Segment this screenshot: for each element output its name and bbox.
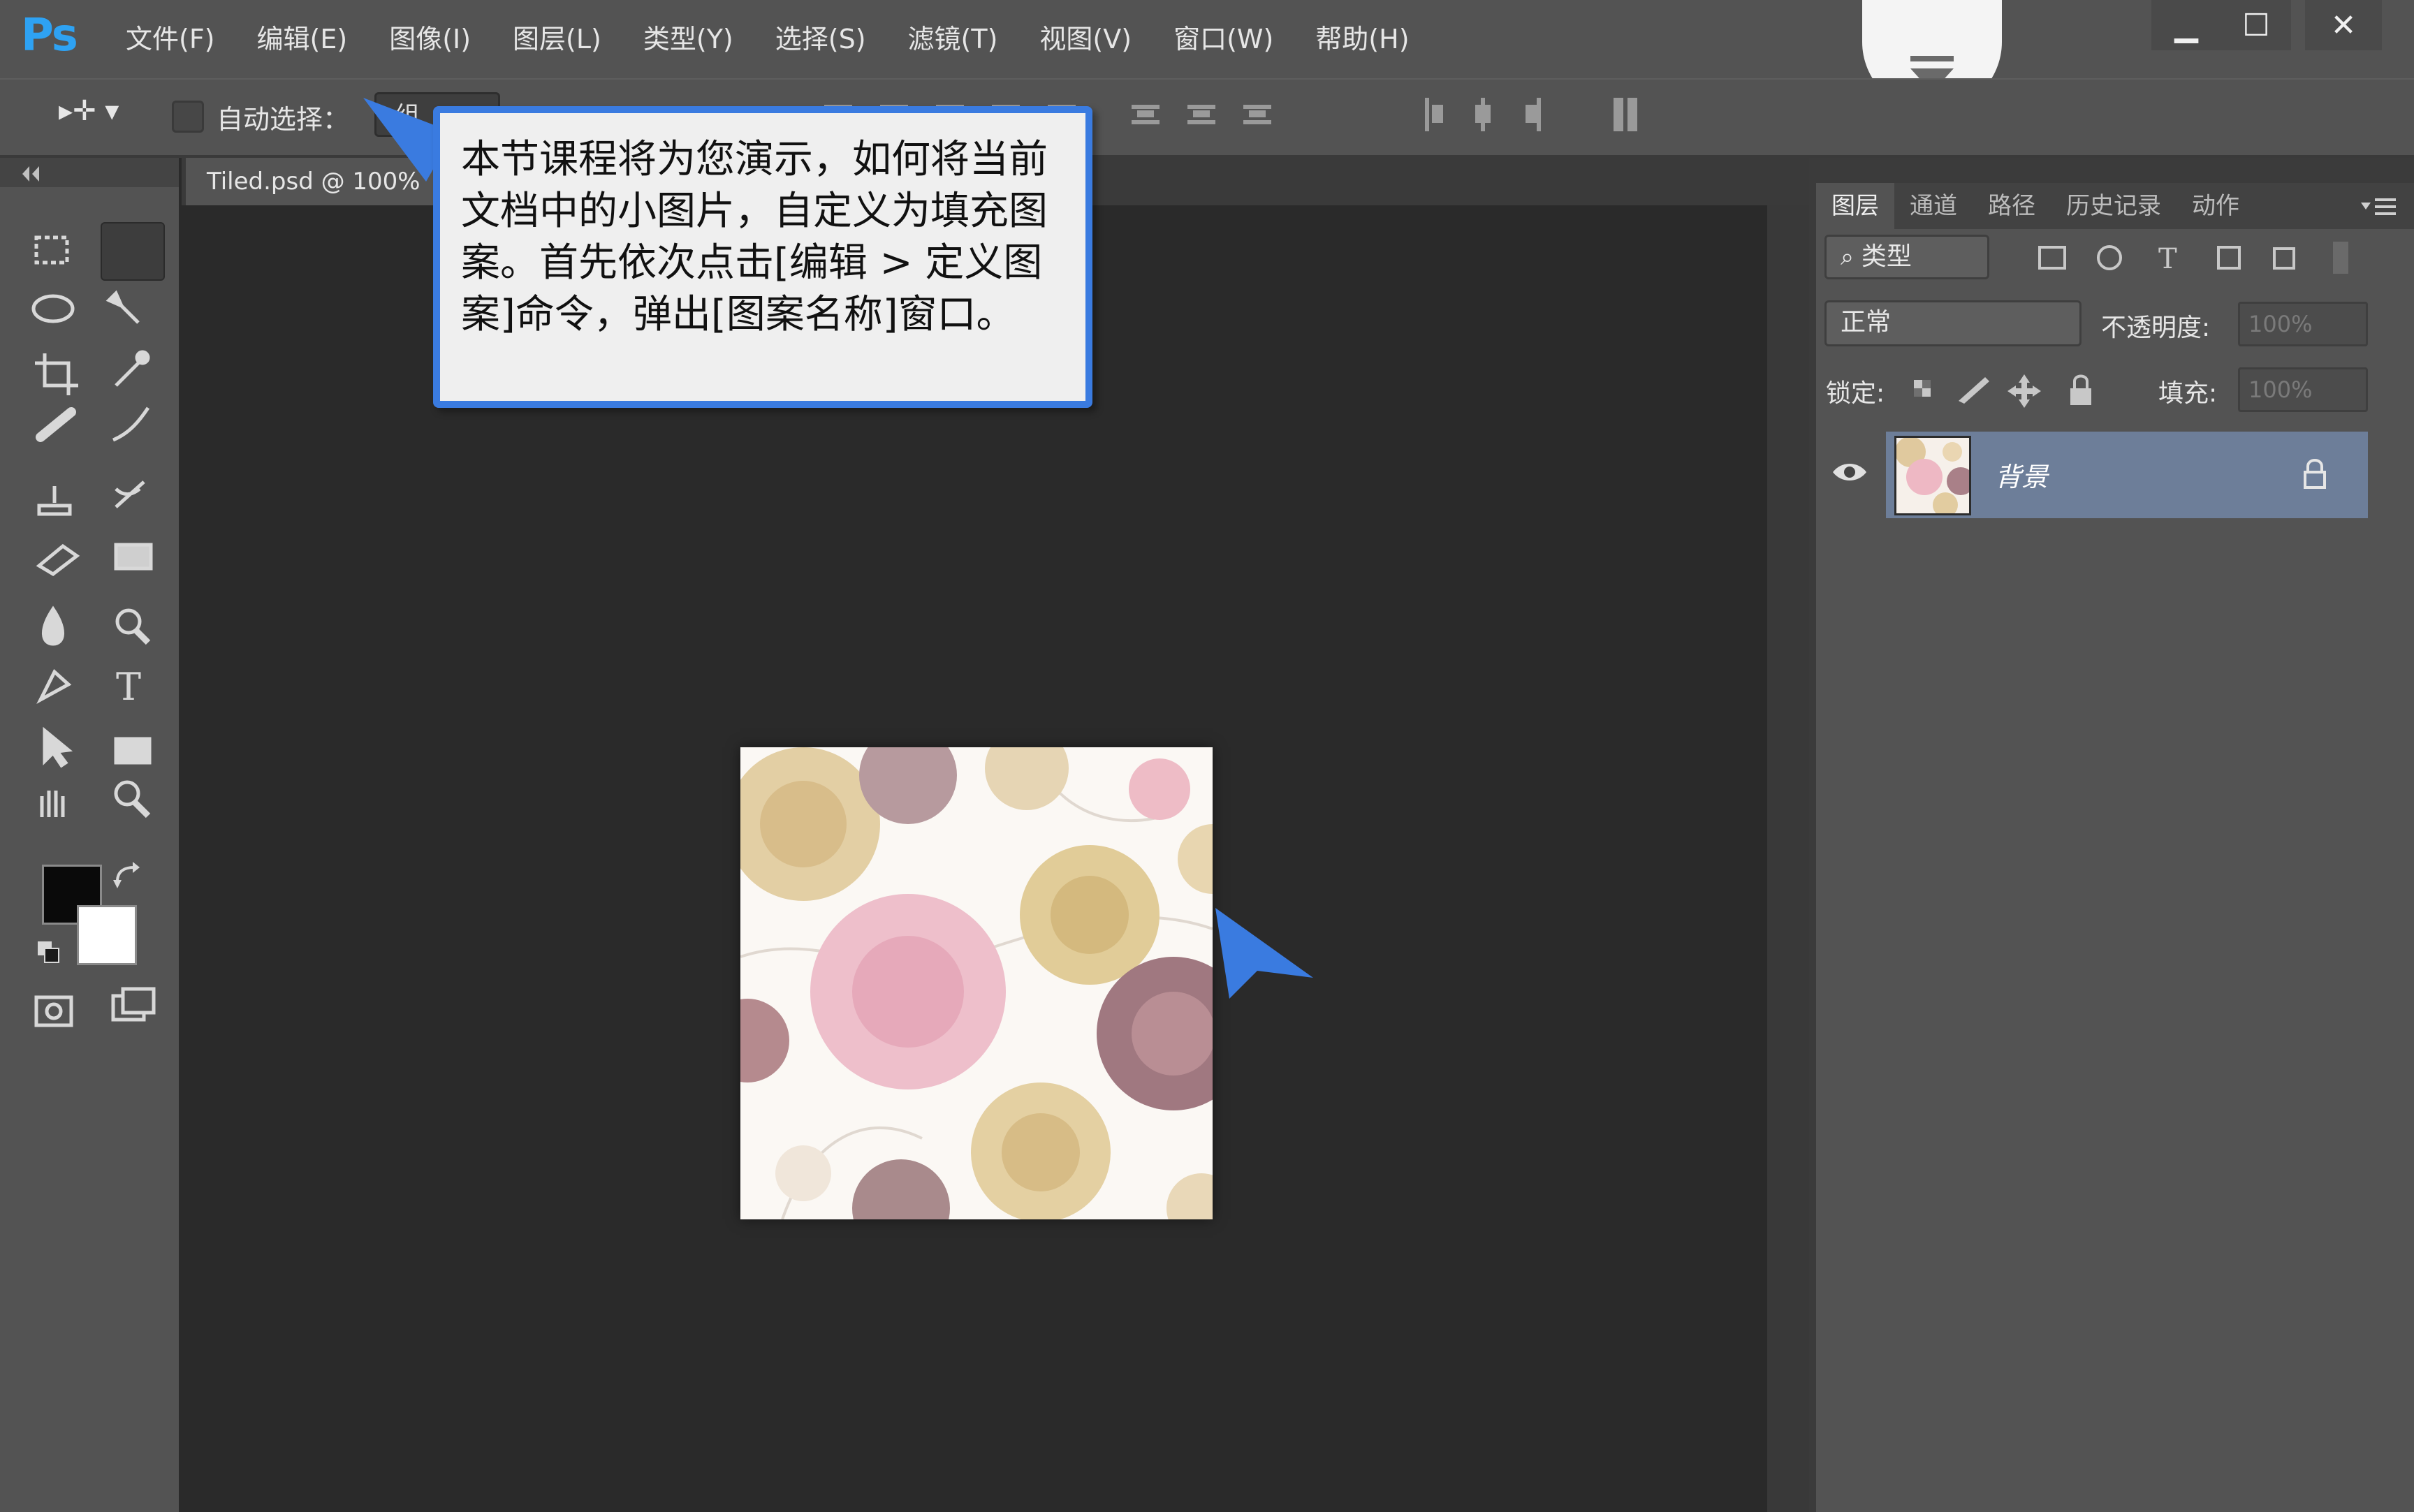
lock-icon — [2304, 459, 2326, 489]
floral-pattern-image — [740, 747, 1213, 1219]
layer-name[interactable]: 背景 — [1995, 455, 2048, 494]
tab-paths[interactable]: 路径 — [1973, 183, 2051, 229]
fill-label: 填充: — [2158, 379, 2218, 408]
layer-filter-icons[interactable]: T — [2026, 240, 2361, 275]
lock-icons[interactable] — [1908, 370, 2104, 409]
tutorial-callout: 本节课程将为您演示，如何将当前文档中的小图片，自定义为填充图案。首先依次点击[编… — [433, 106, 1092, 408]
swap-colors-icon[interactable] — [112, 860, 142, 891]
menu-file[interactable]: 文件(F) — [105, 0, 236, 78]
opacity-input[interactable]: 100% — [2238, 302, 2368, 346]
default-colors-icon[interactable] — [35, 939, 63, 967]
auto-select-checkbox[interactable] — [172, 101, 204, 133]
menu-image[interactable]: 图像(I) — [368, 0, 492, 78]
auto-select-label: 自动选择： — [217, 104, 350, 135]
canvas-scrollbar[interactable] — [1767, 205, 1809, 1512]
svg-text:T: T — [116, 665, 141, 709]
search-icon: ⌕ — [1841, 243, 1861, 271]
tab-history[interactable]: 历史记录 — [2051, 183, 2177, 229]
minimize-button[interactable]: ▁ — [2151, 0, 2221, 50]
opacity-label: 不透明度: — [2101, 314, 2211, 342]
tools-panel-header[interactable] — [0, 158, 179, 187]
menu-layer[interactable]: 图层(L) — [492, 0, 622, 78]
cursor-arrow-icon — [1215, 908, 1313, 999]
app-logo: Ps — [21, 10, 78, 61]
fill-input[interactable]: 100% — [2238, 367, 2368, 412]
tab-layers[interactable]: 图层 — [1816, 183, 1894, 229]
layers-panel-tabs: 图层 通道 路径 历史记录 动作 — [1816, 183, 2414, 229]
layer-filter-label: 类型 — [1861, 242, 1912, 271]
collapse-icon — [22, 166, 39, 182]
tutorial-callout-text: 本节课程将为您演示，如何将当前文档中的小图片，自定义为填充图案。首先依次点击[编… — [461, 137, 1048, 337]
layer-filter-select[interactable]: ⌕ 类型 — [1824, 235, 1989, 279]
eye-icon[interactable] — [1830, 458, 1869, 486]
panel-menu-icon[interactable] — [2358, 193, 2400, 221]
menu-edit[interactable]: 编辑(E) — [236, 0, 369, 87]
maximize-button[interactable]: ☐ — [2221, 0, 2291, 50]
layer-thumbnail-image — [1896, 438, 1969, 513]
document-image[interactable] — [740, 747, 1213, 1219]
tab-channels[interactable]: 通道 — [1894, 183, 1973, 229]
menu-window[interactable]: 窗口(W) — [1153, 0, 1294, 78]
move-tool-preset[interactable]: ▸✛ ▾ — [59, 95, 119, 127]
main-menu: 文件(F) 编辑(E) 图像(I) 图层(L) 类型(Y) 选择(S) 滤镜(T… — [105, 0, 1431, 87]
layer-thumbnail — [1894, 436, 1971, 515]
menu-select[interactable]: 选择(S) — [754, 0, 887, 78]
menu-type[interactable]: 类型(Y) — [622, 0, 754, 78]
menu-view[interactable]: 视图(V) — [1018, 0, 1153, 78]
background-color-swatch[interactable] — [77, 905, 137, 965]
tab-actions[interactable]: 动作 — [2177, 183, 2255, 229]
blend-mode-select[interactable]: 正常 — [1824, 300, 2082, 346]
menu-filter[interactable]: 滤镜(T) — [887, 0, 1019, 78]
lock-label: 锁定: — [1826, 379, 1885, 408]
move-tool-highlight[interactable] — [101, 222, 165, 281]
svg-text:T: T — [2158, 243, 2177, 275]
close-button[interactable]: ✕ — [2305, 0, 2382, 50]
menu-help[interactable]: 帮助(H) — [1294, 0, 1430, 78]
